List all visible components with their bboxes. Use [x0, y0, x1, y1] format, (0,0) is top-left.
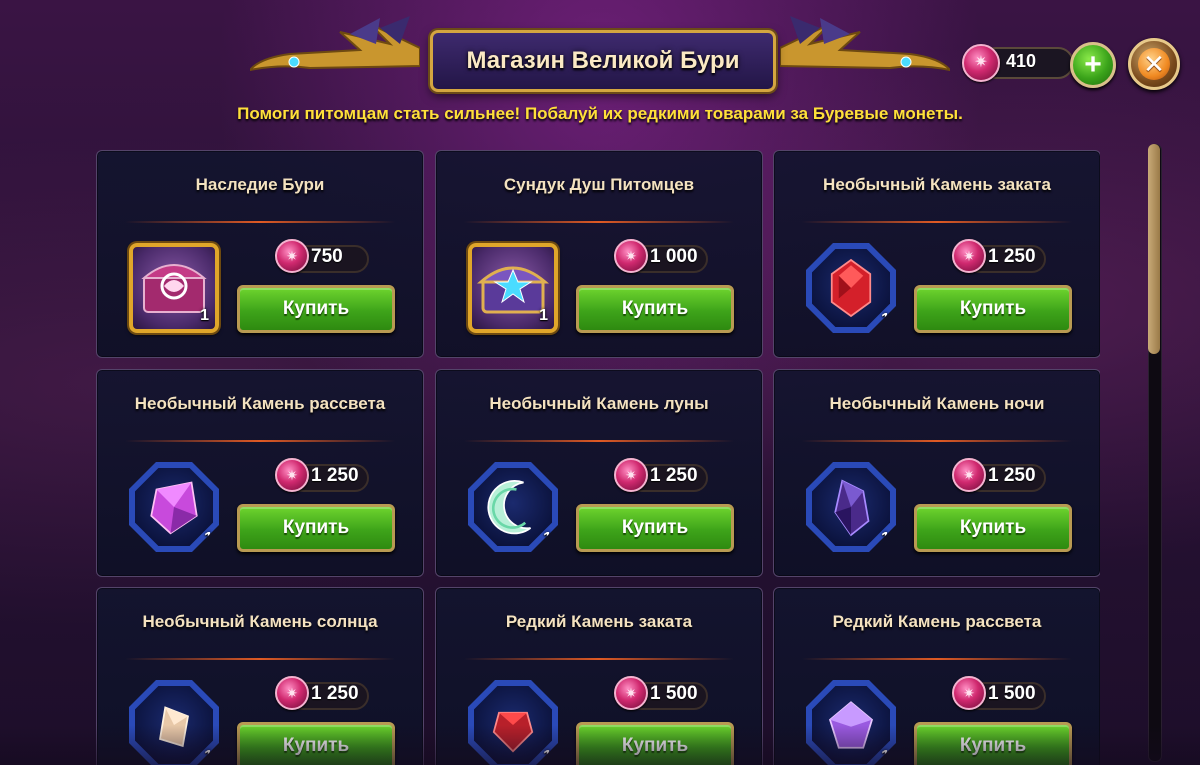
- shop-items-grid: Наследие Бури 1 ✷ 750 Купить Сундук Душ Питом…: [96, 150, 1100, 765]
- header-wing-ornament-right: [780, 16, 950, 72]
- shop-title-plate: Магазин Великой Бури: [430, 30, 776, 92]
- item-count: 1: [881, 530, 890, 547]
- price-value: 1 250: [988, 465, 1036, 486]
- price-value: 1 250: [311, 683, 359, 704]
- title-divider: [464, 658, 734, 660]
- close-icon: ✕: [1138, 48, 1170, 80]
- shop-item-card: Наследие Бури 1 ✷ 750 Купить: [96, 150, 424, 358]
- item-icon-frame[interactable]: 1: [468, 462, 558, 552]
- item-count: 1: [200, 307, 209, 324]
- storm-coin-icon: ✷: [275, 239, 309, 273]
- buy-button[interactable]: Купить: [237, 285, 395, 333]
- storm-coin-icon: ✷: [614, 676, 648, 710]
- item-count: 1: [539, 307, 548, 324]
- price-value: 1 250: [311, 465, 359, 486]
- title-divider: [802, 221, 1072, 223]
- price-value: 750: [311, 246, 343, 267]
- item-count: 1: [543, 748, 552, 765]
- title-divider: [802, 658, 1072, 660]
- shop-item-card: Необычный Камень солнца 1 ✷ 1 250 Купить: [96, 587, 424, 765]
- buy-button[interactable]: Купить: [237, 722, 395, 765]
- item-price: ✷ 1 250: [275, 458, 375, 492]
- item-count: 1: [543, 530, 552, 547]
- header-wing-ornament-left: [250, 16, 420, 72]
- buy-button[interactable]: Купить: [576, 285, 734, 333]
- price-value: 1 500: [650, 683, 698, 704]
- item-icon-frame[interactable]: 1: [806, 680, 896, 765]
- price-value: 1 500: [988, 683, 1036, 704]
- title-divider: [125, 221, 395, 223]
- storm-coin-icon: ✷: [275, 458, 309, 492]
- shop-item-card: Необычный Камень ночи 1 ✷ 1 250 Купить: [773, 369, 1100, 577]
- item-icon-frame[interactable]: 1: [129, 243, 219, 333]
- shop-item-card: Необычный Камень луны 1 ✷ 1 250 Купить: [435, 369, 763, 577]
- item-count: 1: [204, 748, 213, 765]
- storm-coin-icon: ✷: [275, 676, 309, 710]
- scrollbar-thumb[interactable]: [1148, 144, 1160, 354]
- balance-amount: 410: [1006, 51, 1037, 71]
- storm-coin-icon: ✷: [952, 458, 986, 492]
- title-divider: [464, 221, 734, 223]
- item-title: Необычный Камень рассвета: [134, 394, 386, 413]
- item-title: Наследие Бури: [195, 175, 325, 194]
- shop-item-card: Редкий Камень рассвета 1 ✷ 1 500 Купить: [773, 587, 1100, 765]
- title-divider: [802, 440, 1072, 442]
- shop-item-card: Необычный Камень заката 1 ✷ 1 250 Купить: [773, 150, 1100, 358]
- item-icon-frame[interactable]: 1: [806, 462, 896, 552]
- item-title: Редкий Камень заката: [505, 612, 693, 631]
- title-divider: [125, 658, 395, 660]
- price-value: 1 250: [650, 465, 698, 486]
- item-title: Необычный Камень ночи: [829, 394, 1045, 413]
- item-price: ✷ 1 500: [952, 676, 1052, 710]
- item-icon-frame[interactable]: 1: [468, 243, 558, 333]
- item-price: ✷ 1 250: [952, 239, 1052, 273]
- item-price: ✷ 1 250: [275, 676, 375, 710]
- buy-button[interactable]: Купить: [914, 722, 1072, 765]
- storm-coin-icon: ✷: [614, 458, 648, 492]
- storm-coin-icon: ✷: [962, 44, 1000, 82]
- item-title: Редкий Камень рассвета: [832, 612, 1042, 631]
- buy-button[interactable]: Купить: [576, 722, 734, 765]
- buy-button[interactable]: Купить: [576, 504, 734, 552]
- buy-button[interactable]: Купить: [237, 504, 395, 552]
- price-value: 1 000: [650, 246, 698, 267]
- item-price: ✷ 750: [275, 239, 375, 273]
- item-price: ✷ 1 000: [614, 239, 714, 273]
- storm-coin-icon: ✷: [614, 239, 648, 273]
- price-value: 1 250: [988, 246, 1036, 267]
- storm-coin-icon: ✷: [952, 676, 986, 710]
- item-title: Необычный Камень заката: [823, 175, 1051, 194]
- item-icon-frame[interactable]: 1: [129, 680, 219, 765]
- item-title: Необычный Камень луны: [489, 394, 709, 413]
- shop-item-card: Необычный Камень рассвета 1 ✷ 1 250 Купить: [96, 369, 424, 577]
- shop-subtitle: Помоги питомцам стать сильнее! Побалуй и…: [237, 104, 963, 123]
- buy-button[interactable]: Купить: [914, 285, 1072, 333]
- plus-icon: +: [1084, 48, 1102, 81]
- item-price: ✷ 1 250: [614, 458, 714, 492]
- item-icon-frame[interactable]: 1: [806, 243, 896, 333]
- item-title: Сундук Душ Питомцев: [503, 175, 695, 194]
- item-count: 1: [204, 530, 213, 547]
- add-coins-button[interactable]: +: [1070, 42, 1116, 88]
- title-divider: [464, 440, 734, 442]
- item-icon-frame[interactable]: 1: [468, 680, 558, 765]
- item-price: ✷ 1 250: [952, 458, 1052, 492]
- item-price: ✷ 1 500: [614, 676, 714, 710]
- storm-coin-icon: ✷: [952, 239, 986, 273]
- item-title: Необычный Камень солнца: [142, 612, 378, 631]
- shop-item-card: Сундук Душ Питомцев 1 ✷ 1 000 Купить: [435, 150, 763, 358]
- title-divider: [125, 440, 395, 442]
- item-icon-frame[interactable]: 1: [129, 462, 219, 552]
- item-count: 1: [881, 748, 890, 765]
- buy-button[interactable]: Купить: [914, 504, 1072, 552]
- page-title: Магазин Великой Бури: [466, 47, 740, 74]
- storm-coin-balance: ✷ 410: [962, 42, 1082, 82]
- close-button[interactable]: ✕: [1128, 38, 1180, 90]
- item-count: 1: [881, 311, 890, 328]
- shop-item-card: Редкий Камень заката 1 ✷ 1 500 Купить: [435, 587, 763, 765]
